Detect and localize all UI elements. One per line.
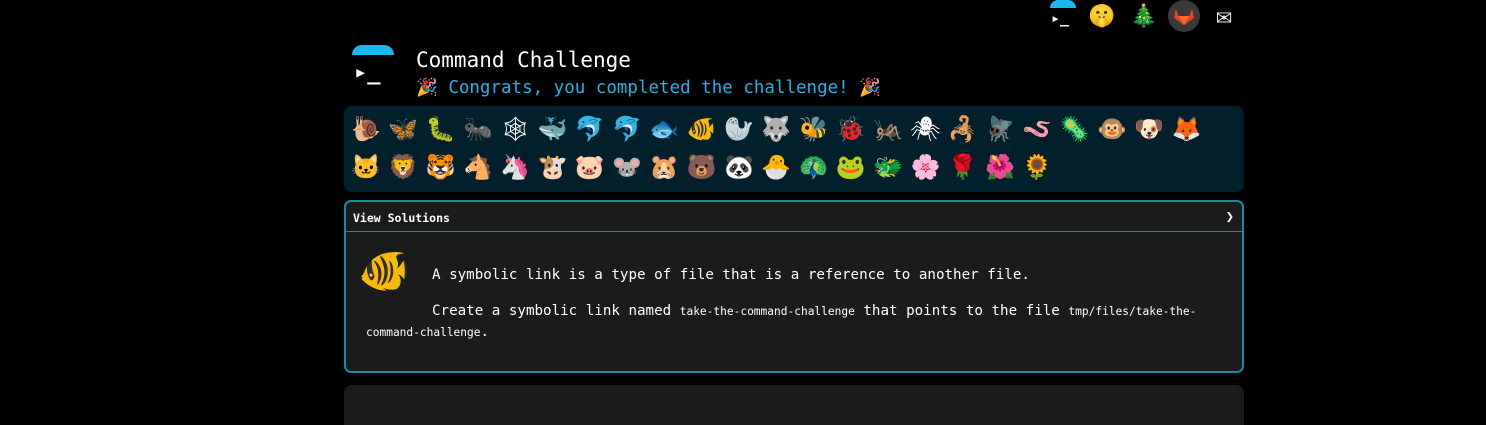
challenge-animal-icon[interactable]: 🦁 bbox=[386, 148, 420, 186]
challenge-animal-icon[interactable]: 🦊 bbox=[1170, 110, 1204, 148]
challenge-animal-icon[interactable]: 🦋 bbox=[386, 110, 420, 148]
terminal-panel bbox=[344, 385, 1244, 425]
challenge-animal-icon[interactable]: 🌸 bbox=[908, 148, 942, 186]
challenge-animal-icon[interactable]: 🐶 bbox=[1132, 110, 1166, 148]
challenge-animal-icon[interactable]: 🐸 bbox=[834, 148, 868, 186]
terminal-cap-shape bbox=[1050, 0, 1076, 8]
challenge-animal-icon[interactable]: 🐮 bbox=[535, 148, 569, 186]
challenge-animal-icon[interactable]: 🐟 bbox=[647, 110, 681, 148]
challenge-animal-icon[interactable]: 🐯 bbox=[424, 148, 458, 186]
challenge-animal-icon[interactable]: 🦂 bbox=[946, 110, 980, 148]
logo-cap-shape bbox=[352, 45, 394, 55]
challenge-animal-icon[interactable]: 🐠 bbox=[685, 110, 719, 148]
gitlab-link[interactable] bbox=[1167, 0, 1201, 32]
view-solutions-label: View Solutions bbox=[353, 211, 450, 225]
congrats-message: 🎉 Congrats, you completed the challenge!… bbox=[416, 78, 882, 98]
top-icon-bar: ▸_ 🤫 🎄 ✉ bbox=[1045, 0, 1245, 34]
challenge-animal-icon[interactable]: 🐬 bbox=[610, 110, 644, 148]
site-logo[interactable]: ▸_ bbox=[352, 45, 394, 87]
challenge-animal-icon[interactable]: 🕷 bbox=[908, 110, 942, 148]
tropical-fish-icon: 🐠 bbox=[358, 246, 411, 295]
challenge-description: A symbolic link is a type of file that i… bbox=[432, 267, 1030, 283]
cmdchallenge-icon[interactable]: ▸_ bbox=[1045, 0, 1079, 32]
challenge-animal-icon[interactable]: 🐬 bbox=[573, 110, 607, 148]
challenge-animal-icon[interactable]: 🐞 bbox=[834, 110, 868, 148]
challenge-animal-icon[interactable]: 🦚 bbox=[797, 148, 831, 186]
challenge-animal-icon[interactable]: 🐣 bbox=[759, 148, 793, 186]
task-text-mid: that points to the file bbox=[854, 303, 1069, 319]
challenge-animal-icon[interactable]: 🦠 bbox=[1058, 110, 1092, 148]
link-name-code: take-the-command-challenge bbox=[679, 305, 855, 318]
challenge-animal-icon[interactable]: 🪱 bbox=[1020, 110, 1054, 148]
challenge-animal-icon[interactable]: 🦄 bbox=[498, 148, 532, 186]
challenge-animal-icon[interactable]: 🌻 bbox=[1020, 148, 1054, 186]
chevron-right-icon: ❯ bbox=[1225, 209, 1234, 225]
challenge-animal-icon[interactable]: 🪰 bbox=[983, 110, 1017, 148]
task-text-post: . bbox=[480, 324, 490, 340]
challenge-animal-icon[interactable]: 🐭 bbox=[610, 148, 644, 186]
challenge-task: Create a symbolic link named take-the-co… bbox=[366, 301, 1216, 343]
challenge-animal-icon[interactable]: 🐺 bbox=[759, 110, 793, 148]
challenge-animal-icon[interactable]: 🐛 bbox=[424, 110, 458, 148]
challenge-animal-icon[interactable]: 🐹 bbox=[647, 148, 681, 186]
shushing-face-icon[interactable]: 🤫 bbox=[1085, 0, 1119, 32]
challenge-animal-icon[interactable]: 🌺 bbox=[983, 148, 1017, 186]
logo-prompt-glyph: ▸_ bbox=[354, 60, 381, 85]
envelope-icon[interactable]: ✉ bbox=[1207, 0, 1241, 32]
gitlab-icon bbox=[1168, 0, 1200, 32]
view-solutions-toggle[interactable]: View Solutions ❯ bbox=[346, 202, 1242, 232]
challenge-animal-icon[interactable]: 🐱 bbox=[349, 148, 383, 186]
challenge-animal-icon[interactable]: 🐴 bbox=[461, 148, 495, 186]
challenge-animal-icon[interactable]: 🐲 bbox=[871, 148, 905, 186]
challenge-animals-panel: 🐌 🦋 🐛 🐜 🕸 🐳 🐬 🐬 🐟 🐠 🦭 🐺 🐝 🐞 🦗 🕷 🦂 🪰 🪱 🦠 🐵 🐶 🦊 🐱 🦁 🐯 🐴 🦄 🐮 🐷 🐭 🐹 🐻 🐼 🐣 🦚 🐸 🐲 🌸 🌹… bbox=[344, 106, 1244, 192]
challenge-animal-icon[interactable]: 🐵 bbox=[1095, 110, 1129, 148]
challenge-animal-icon[interactable]: 🐳 bbox=[535, 110, 569, 148]
challenge-animal-icon[interactable]: 🐌 bbox=[349, 110, 383, 148]
prompt-glyph: ▸_ bbox=[1051, 9, 1070, 27]
challenge-animal-icon[interactable]: 🌹 bbox=[946, 148, 980, 186]
page-title: Command Challenge bbox=[416, 48, 631, 72]
task-text-pre: Create a symbolic link named bbox=[432, 303, 680, 319]
challenge-animal-icon[interactable]: 🐷 bbox=[573, 148, 607, 186]
animal-grid: 🐌 🦋 🐛 🐜 🕸 🐳 🐬 🐬 🐟 🐠 🦭 🐺 🐝 🐞 🦗 🕷 🦂 🪰 🪱 🦠 🐵 🐶 🦊 🐱 🦁 🐯 🐴 🦄 🐮 🐷 🐭 🐹 🐻 🐼 🐣 🦚 🐸 🐲 🌸 🌹… bbox=[349, 110, 1239, 186]
solutions-card: View Solutions ❯ 🐠 A symbolic link is a … bbox=[344, 200, 1244, 373]
challenge-animal-icon[interactable]: 🕸 bbox=[498, 110, 532, 148]
challenge-animal-icon[interactable]: 🐜 bbox=[461, 110, 495, 148]
challenge-animal-icon[interactable]: 🐻 bbox=[685, 148, 719, 186]
challenge-animal-icon[interactable]: 🦭 bbox=[722, 110, 756, 148]
christmas-tree-icon[interactable]: 🎄 bbox=[1127, 0, 1161, 32]
challenge-animal-icon[interactable]: 🐝 bbox=[797, 110, 831, 148]
challenge-animal-icon[interactable]: 🐼 bbox=[722, 148, 756, 186]
challenge-animal-icon[interactable]: 🦗 bbox=[871, 110, 905, 148]
